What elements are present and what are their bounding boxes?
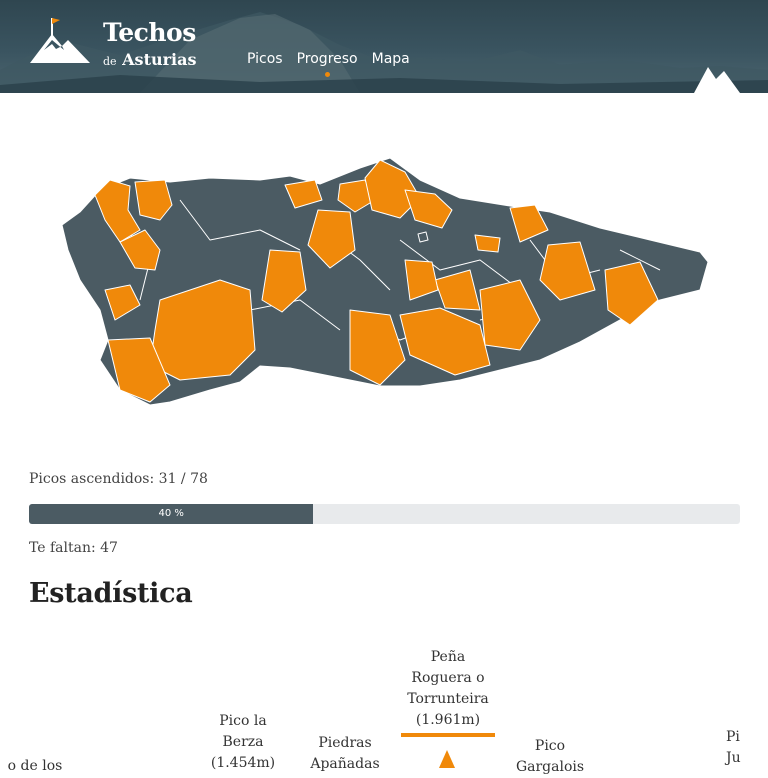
stat-peak-1-line3: (1.454m) (210, 755, 276, 771)
stats-title: Estadística (29, 578, 193, 609)
peak-corner-icon (694, 67, 740, 93)
stat-peak-0[interactable]: o de los (0, 756, 90, 777)
climbed-count: Picos ascendidos: 31 / 78 (29, 471, 208, 487)
stat-peak-3[interactable]: Peña Roguera o Torrunteira (1.961m) (398, 647, 498, 731)
stat-peak-3-line4: (1.961m) (415, 712, 481, 728)
map-region-climbed[interactable] (474, 234, 501, 253)
nav-mapa[interactable]: Mapa (372, 51, 410, 67)
stat-peak-0-line4: o de los (7, 758, 63, 774)
progress-bar-fill: 40 % (29, 504, 314, 524)
brand-subtitle[interactable]: de Asturias (103, 50, 196, 69)
nav-progreso[interactable]: Progreso (297, 51, 358, 77)
stat-peak-1-line2: Berza (222, 734, 264, 750)
stat-peak-4-line1: Pico (534, 738, 566, 754)
stat-peak-5-line1: Pi (726, 729, 740, 745)
brand-sub-name: Asturias (122, 50, 197, 69)
asturias-map (61, 157, 709, 406)
stat-peak-3-line3: Torrunteira (407, 691, 489, 707)
stat-peak-4[interactable]: Pico Gargalois (500, 736, 600, 778)
progress-bar: 40 % (29, 504, 740, 524)
stat-peak-2-line2: Apañadas (310, 756, 380, 772)
stat-peak-3-line1: Peña (430, 649, 466, 665)
podium-top-bar (401, 733, 495, 737)
stat-peak-1[interactable]: Pico la Berza (1.454m) (193, 711, 293, 774)
nav-picos[interactable]: Picos (247, 51, 283, 67)
logo-mountain-icon (30, 18, 90, 63)
stat-peak-3-line2: Roguera o (411, 670, 485, 686)
remaining-count: Te faltan: 47 (29, 540, 118, 556)
stat-peak-1-line1: Pico la (219, 713, 267, 729)
stat-peak-5-line2: Ju (726, 750, 741, 766)
podium-top-marker-icon (439, 750, 455, 768)
stat-peak-5[interactable]: Pi Ju (712, 727, 766, 769)
brand-title[interactable]: Techos (103, 18, 196, 47)
stat-peak-2[interactable]: Piedras Apañadas (295, 733, 395, 775)
site-header: Techos de Asturias Picos Progreso Mapa (0, 0, 768, 93)
main-nav: Picos Progreso Mapa (247, 51, 410, 77)
stat-peak-2-line1: Piedras (318, 735, 372, 751)
brand-sub-prefix: de (103, 55, 117, 68)
